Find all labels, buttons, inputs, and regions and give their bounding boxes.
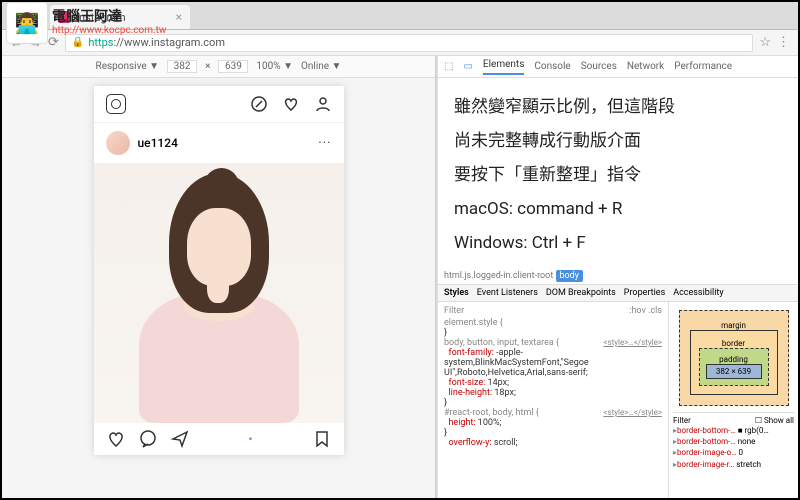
device-toolbar: Responsive ▼ 382 × 639 100% ▼ Online ▼ <box>2 56 435 78</box>
subtab-event[interactable]: Event Listeners <box>477 288 538 298</box>
tab-performance[interactable]: Performance <box>674 61 732 72</box>
star-icon[interactable]: ☆ <box>759 35 771 50</box>
styles-subtabs: Styles Event Listeners DOM Breakpoints P… <box>438 285 798 302</box>
heart-icon[interactable] <box>282 95 300 113</box>
css-rules-panel[interactable]: Filter:hov .cls element.style { } body, … <box>438 302 668 498</box>
instagram-logo-icon[interactable] <box>106 94 126 114</box>
annotation-overlay: 雖然變窄顯示比例，但這階段 尚未完整轉成行動版介面 要按下「重新整理」指令 ma… <box>448 84 788 266</box>
post-actions: • <box>94 423 344 455</box>
username-label[interactable]: ue1124 <box>138 136 178 150</box>
url-input[interactable]: 🔒 https://www.instagram.com <box>65 34 753 52</box>
box-model-diagram[interactable]: margin border padding 382 × 639 <box>679 310 789 406</box>
computed-list[interactable]: ▸border-bottom-… ■ rgb(0… ▸border-bottom… <box>673 425 794 470</box>
devtools-panel: ⬚ ▭ Elements Console Sources Network Per… <box>438 56 798 498</box>
inspect-icon[interactable]: ⬚ <box>444 61 453 72</box>
zoom-dropdown[interactable]: 100% ▼ <box>256 61 293 72</box>
tab-close-icon[interactable]: × <box>176 10 182 24</box>
bookmark-icon[interactable] <box>312 429 332 449</box>
comment-icon[interactable] <box>138 429 158 449</box>
annotation-line: 尚未完整轉成行動版介面 <box>454 124 782 158</box>
post-photo[interactable] <box>94 163 344 423</box>
element-breadcrumb[interactable]: html.js.logged-in.client-root body <box>438 268 798 285</box>
annotation-line: macOS: command + R <box>454 192 782 226</box>
tab-elements[interactable]: Elements <box>483 59 524 75</box>
network-dropdown[interactable]: Online ▼ <box>301 61 341 72</box>
responsive-dropdown[interactable]: Responsive ▼ <box>96 61 160 72</box>
menu-icon[interactable]: ⋮ <box>777 35 790 50</box>
watermark-title: 電腦王阿達 <box>52 10 166 25</box>
devtools-tabs: ⬚ ▭ Elements Console Sources Network Per… <box>438 56 798 78</box>
watermark: 👨‍💻 電腦王阿達 http://www.kocpc.com.tw <box>6 2 166 44</box>
more-icon[interactable]: ··· <box>318 136 331 151</box>
subtab-styles[interactable]: Styles <box>444 288 469 298</box>
like-icon[interactable] <box>106 429 126 449</box>
width-input[interactable]: 382 <box>167 60 197 73</box>
subtab-dom[interactable]: DOM Breakpoints <box>546 288 616 298</box>
box-model-panel: margin border padding 382 × 639 Filter ☐… <box>668 302 798 498</box>
watermark-url: http://www.kocpc.com.tw <box>52 25 166 36</box>
breadcrumb-selected[interactable]: body <box>556 270 584 282</box>
device-emulation-area: Responsive ▼ 382 × 639 100% ▼ Online ▼ <box>2 56 436 498</box>
post-header: ue1124 ··· <box>94 123 344 163</box>
computed-filter[interactable]: Filter <box>673 416 691 425</box>
height-input[interactable]: 639 <box>218 60 248 73</box>
subtab-props[interactable]: Properties <box>624 288 665 298</box>
annotation-line: 雖然變窄顯示比例，但這階段 <box>454 90 782 124</box>
share-icon[interactable] <box>170 429 190 449</box>
watermark-avatar: 👨‍💻 <box>6 2 48 44</box>
user-avatar[interactable] <box>106 131 130 155</box>
tab-console[interactable]: Console <box>534 61 570 72</box>
tab-sources[interactable]: Sources <box>581 61 617 72</box>
explore-icon[interactable] <box>250 95 268 113</box>
emulated-viewport: ue1124 ··· <box>94 86 344 455</box>
annotation-line: Windows: Ctrl + F <box>454 226 782 260</box>
profile-icon[interactable] <box>314 95 332 113</box>
carousel-indicator: • <box>202 432 300 446</box>
subtab-acc[interactable]: Accessibility <box>673 288 723 298</box>
tab-network[interactable]: Network <box>627 61 664 72</box>
device-toggle-icon[interactable]: ▭ <box>463 61 472 72</box>
annotation-line: 要按下「重新整理」指令 <box>454 158 782 192</box>
instagram-header <box>94 86 344 123</box>
